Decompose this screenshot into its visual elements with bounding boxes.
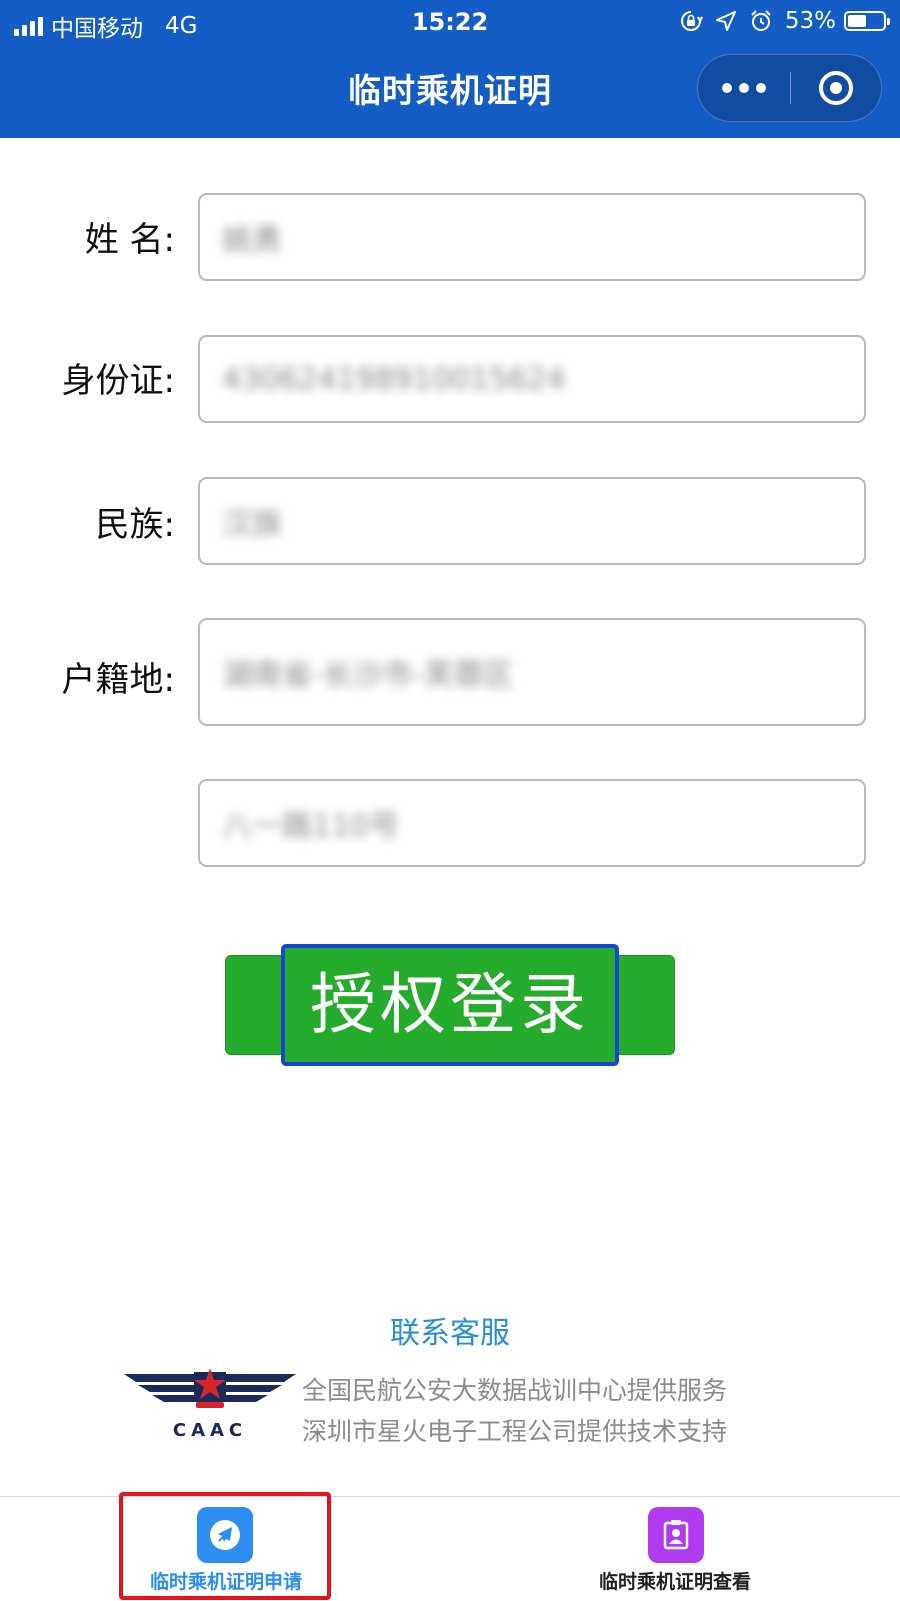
tab-view-label: 临时乘机证明查看 — [598, 1571, 751, 1593]
authorize-login-label: 授权登录 — [310, 966, 590, 1043]
name-label: 姓 名: — [84, 220, 175, 260]
rotation-lock-icon — [680, 11, 703, 31]
name-value: 姚勇 — [222, 223, 282, 258]
location-icon — [715, 11, 736, 31]
status-bar: 中国移动 4G 15:22 53% — [0, 0, 900, 46]
badge-icon — [648, 1507, 704, 1563]
close-miniprogram-button[interactable] — [791, 55, 881, 121]
battery-percent: 53% — [784, 8, 836, 34]
household-address-field[interactable]: 八一路110号 — [198, 779, 866, 867]
id-card-label: 身份证: — [61, 361, 175, 401]
household-address-value: 八一路110号 — [222, 809, 400, 844]
authorize-login-button[interactable]: 授权登录 — [281, 944, 619, 1066]
bottom-tab-bar: 临时乘机证明申请 临时乘机证明查看 — [0, 1496, 900, 1601]
alarm-icon — [751, 10, 771, 31]
tab-apply-certificate[interactable]: 临时乘机证明申请 — [0, 1497, 450, 1601]
service-provider-text: 全国民航公安大数据战训中心提供服务 — [302, 1376, 728, 1405]
tab-apply-label: 临时乘机证明申请 — [149, 1571, 302, 1593]
tech-support-text: 深圳市星火电子工程公司提供技术支持 — [302, 1417, 728, 1446]
id-card-field[interactable]: 430624198910015624 — [198, 335, 866, 423]
ethnicity-field[interactable]: 汉族 — [198, 477, 866, 565]
airplane-icon — [197, 1507, 253, 1563]
ethnicity-value: 汉族 — [222, 507, 282, 542]
ethnicity-label: 民族: — [95, 505, 175, 545]
target-close-icon — [819, 71, 853, 105]
contact-support-link[interactable]: 联系客服 — [0, 1308, 900, 1352]
household-region-value: 湖南省-长沙市-芙蓉区 — [222, 658, 514, 693]
miniprogram-capsule — [697, 54, 882, 122]
status-right: 53% — [679, 8, 890, 34]
household-label: 户籍地: — [61, 660, 175, 700]
battery-icon — [844, 11, 890, 31]
app-header: 中国移动 4G 15:22 53% 临时乘机证明 — [0, 0, 900, 138]
caac-logo-text: CAAC — [172, 1420, 248, 1441]
tab-view-certificate[interactable]: 临时乘机证明查看 — [450, 1497, 900, 1601]
household-region-field[interactable]: 湖南省-长沙市-芙蓉区 — [198, 618, 866, 726]
id-card-value: 430624198910015624 — [222, 361, 566, 397]
more-dots-icon — [722, 83, 732, 93]
name-field[interactable]: 姚勇 — [198, 193, 866, 281]
more-options-button[interactable] — [698, 55, 790, 121]
